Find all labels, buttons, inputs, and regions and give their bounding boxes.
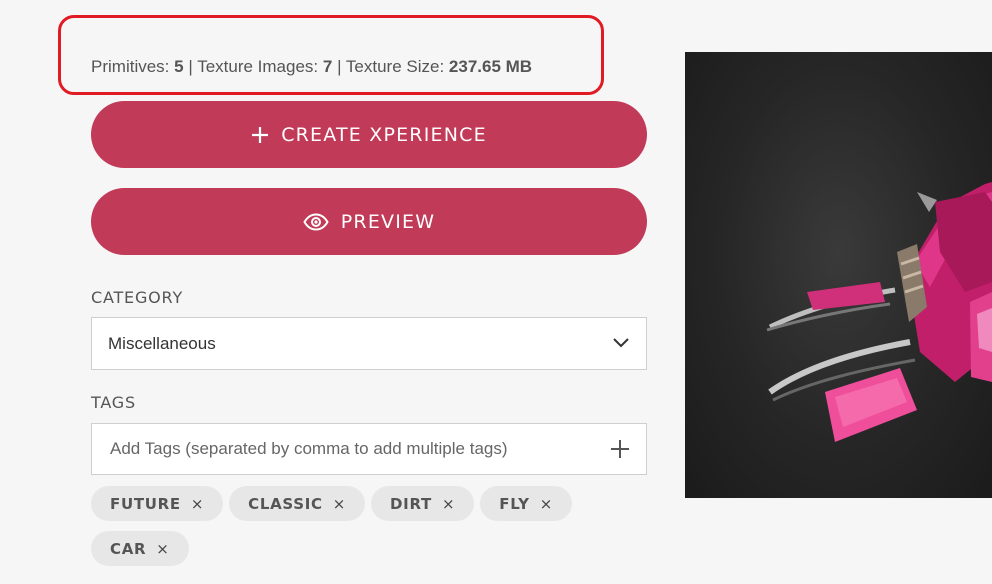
plus-icon — [251, 126, 269, 144]
add-tag-plus-icon[interactable] — [610, 439, 630, 459]
tag-chip: DIRT × — [371, 486, 475, 521]
primitives-label: Primitives: — [91, 57, 170, 76]
create-xperience-button[interactable]: CREATE XPERIENCE — [91, 101, 647, 168]
vehicle-render-illustration — [766, 182, 992, 442]
remove-tag-icon[interactable]: × — [442, 495, 455, 513]
texture-images-value: 7 — [322, 57, 333, 76]
tags-input-container — [91, 423, 647, 475]
tags-input[interactable] — [108, 438, 610, 460]
tag-chip-label: FLY — [499, 494, 530, 513]
category-label: CATEGORY — [91, 288, 184, 307]
preview-button[interactable]: PREVIEW — [91, 188, 647, 255]
remove-tag-icon[interactable]: × — [191, 495, 204, 513]
preview-label: PREVIEW — [340, 210, 436, 233]
tag-chip-label: CLASSIC — [248, 494, 323, 513]
texture-size-label: Texture Size: — [345, 57, 445, 76]
tag-chip-label: CAR — [110, 539, 147, 558]
tag-chip: CLASSIC × — [229, 486, 366, 521]
model-stats: Primitives: 5 | Texture Images: 7 | Text… — [91, 57, 532, 77]
tag-chip-label: FUTURE — [110, 494, 181, 513]
tag-chip-list: FUTURE × CLASSIC × DIRT × FLY × CAR × — [91, 486, 591, 566]
tag-chip: CAR × — [91, 531, 189, 566]
model-preview-image[interactable] — [685, 52, 992, 498]
annotation-highlight-box — [58, 15, 604, 95]
tag-chip: FUTURE × — [91, 486, 224, 521]
tag-chip-label: DIRT — [390, 494, 432, 513]
texture-size-value: 237.65 MB — [448, 57, 533, 76]
eye-icon — [303, 212, 329, 231]
category-selected-value: Miscellaneous — [108, 333, 216, 353]
tags-label: TAGS — [91, 393, 136, 412]
chevron-down-icon — [612, 334, 630, 354]
category-select[interactable]: Miscellaneous — [91, 317, 647, 370]
remove-tag-icon[interactable]: × — [540, 495, 553, 513]
primitives-value: 5 — [174, 57, 184, 76]
remove-tag-icon[interactable]: × — [156, 540, 169, 558]
stats-separator: | — [188, 57, 193, 76]
remove-tag-icon[interactable]: × — [333, 495, 346, 513]
texture-images-label: Texture Images: — [197, 57, 319, 76]
tag-chip: FLY × — [480, 486, 572, 521]
stats-separator: | — [337, 57, 342, 76]
create-xperience-label: CREATE XPERIENCE — [281, 123, 487, 146]
